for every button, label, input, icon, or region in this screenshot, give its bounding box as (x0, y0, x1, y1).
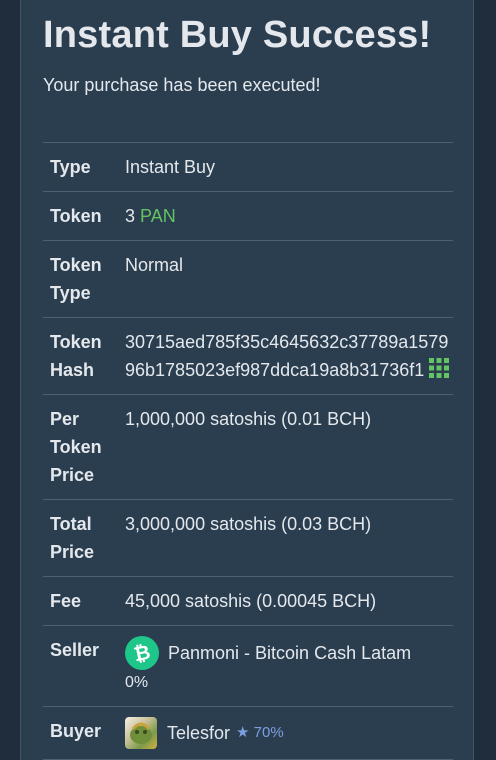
seller-name-link[interactable]: Panmoni - Bitcoin Cash Latam (168, 639, 411, 667)
buyer-value: Telesfor ★ 70% (118, 707, 453, 760)
token-symbol-link[interactable]: PAN (140, 206, 176, 226)
table-row: Fee 45,000 satoshis (0.00045 BCH) (43, 576, 453, 626)
token-type-value: Normal (125, 255, 184, 275)
seller-value: ₿ Panmoni - Bitcoin Cash Latam 0% (118, 626, 453, 707)
table-row: Token Type Normal (43, 240, 453, 318)
table-row: Seller ₿ Panmoni - Bitcoin Cash Latam 0% (43, 625, 453, 707)
fee-value: 45,000 satoshis (0.00045 BCH) (125, 591, 377, 611)
seller-percent: 0% (125, 674, 149, 691)
total-price-value: 3,000,000 satoshis (0.03 BCH) (125, 514, 372, 534)
qr-code-icon[interactable] (428, 357, 450, 379)
table-row: Token 3 PAN (43, 191, 453, 241)
type-label: Type (50, 157, 91, 177)
table-row: Per Token Price 1,000,000 satoshis (0.01… (43, 394, 453, 500)
per-token-price-value: 1,000,000 satoshis (0.01 BCH) (125, 409, 372, 429)
buyer-name-link[interactable]: Telesfor (167, 719, 230, 747)
token-hash-label: Token Hash (50, 332, 102, 380)
purchase-card: Instant Buy Success! Your purchase has b… (20, 0, 474, 760)
buyer-rating: ★ 70% (236, 724, 284, 741)
table-row: Total Price 3,000,000 satoshis (0.03 BCH… (43, 499, 453, 577)
page-title: Instant Buy Success! (43, 14, 432, 56)
fee-label: Fee (50, 591, 82, 611)
token-amount: 3 (125, 206, 136, 226)
token-hash-text: 30715aed785f35c4645632c37789a157996b1785… (125, 332, 449, 380)
token-type-label: Token Type (50, 255, 102, 303)
token-hash-value: 30715aed785f35c4645632c37789a157996b1785… (118, 318, 453, 395)
buyer-label: Buyer (50, 721, 102, 741)
svg-text:₿: ₿ (132, 640, 153, 667)
token-label: Token (50, 206, 102, 226)
per-token-price-label: Per Token Price (50, 409, 102, 485)
page-subtitle: Your purchase has been executed! (43, 75, 321, 95)
bitcoin-cash-icon: ₿ (125, 636, 159, 670)
token-value: 3 PAN (118, 192, 453, 241)
type-value: Instant Buy (125, 157, 216, 177)
table-row: Buyer Telesfor ★ 70% (43, 706, 453, 760)
purchase-details-table: Type Instant Buy Token 3 PAN Token Type … (43, 142, 453, 760)
table-row: Token Hash 30715aed785f35c4645632c37789a… (43, 317, 453, 395)
table-row: Type Instant Buy (43, 142, 453, 192)
total-price-label: Total Price (50, 514, 95, 562)
seller-label: Seller (50, 640, 100, 660)
buyer-avatar[interactable] (125, 717, 157, 749)
